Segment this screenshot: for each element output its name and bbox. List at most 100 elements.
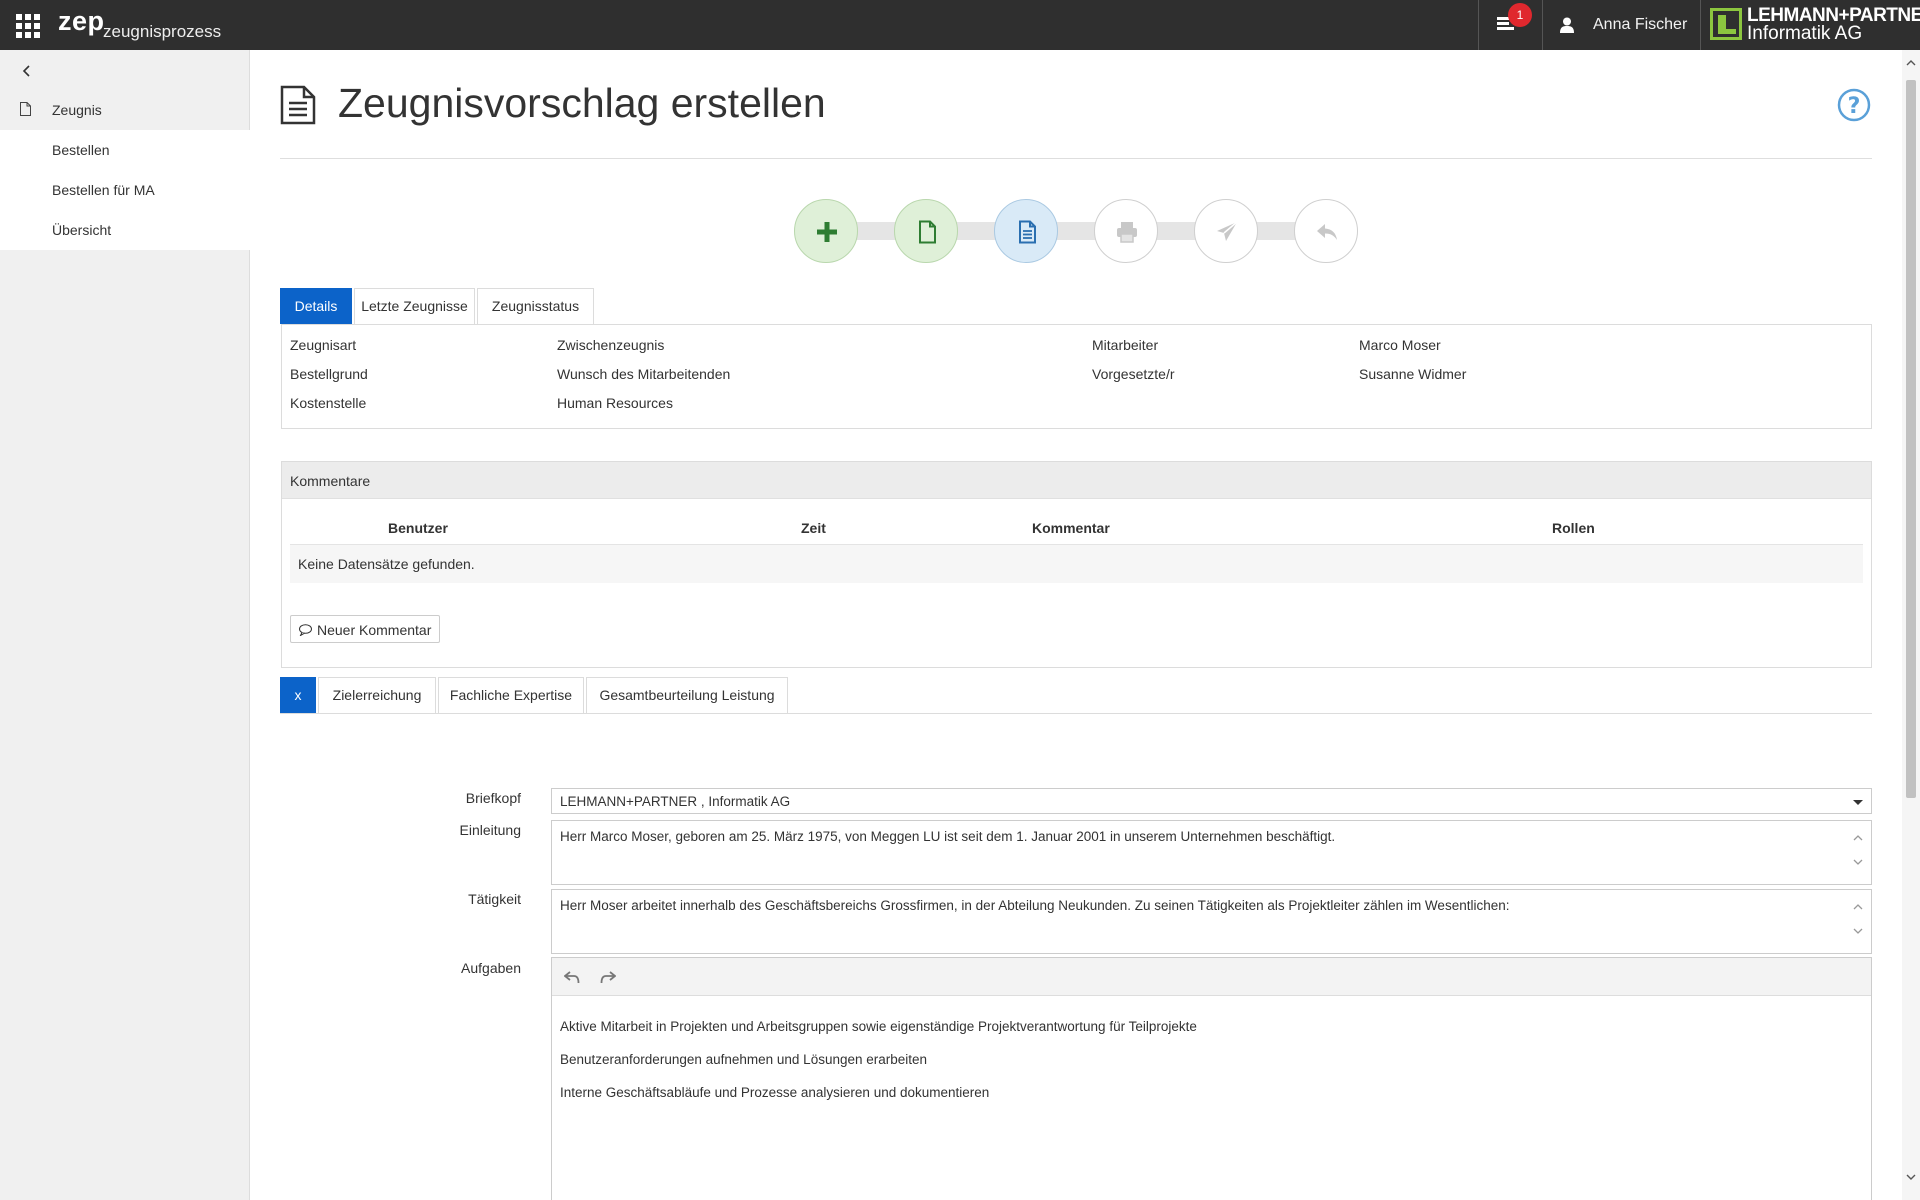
tab-x[interactable]: x (280, 677, 316, 713)
scrollbar-thumb[interactable] (1906, 80, 1916, 798)
taetigkeit-textarea[interactable]: Herr Moser arbeitet innerhalb des Geschä… (551, 889, 1872, 954)
help-icon[interactable]: ? (1837, 88, 1871, 122)
company-name-suffix: Informatik AG (1747, 23, 1863, 44)
einleitung-text: Herr Marco Moser, geboren am 25. März 19… (560, 829, 1336, 844)
page-title: Zeugnisvorschlag erstellen (338, 80, 826, 126)
sidebar-item-label: Bestellen für MA (52, 182, 155, 198)
editor-line: Interne Geschäftsabläufe und Prozesse an… (560, 1085, 990, 1100)
details-tabs: Details Letzte Zeugnisse Zeugnisstatus (280, 288, 1872, 324)
editor-line: Aktive Mitarbeit in Projekten und Arbeit… (560, 1019, 1197, 1034)
document-icon (919, 220, 936, 244)
tab-details[interactable]: Details (280, 288, 352, 324)
send-icon (1217, 221, 1238, 241)
document-icon (20, 102, 31, 116)
notification-badge: 1 (1508, 3, 1532, 27)
aufgaben-editor[interactable]: Aktive Mitarbeit in Projekten und Arbeit… (551, 957, 1872, 1200)
briefkopf-label: Briefkopf (465, 790, 521, 806)
sidebar-item-bestellen-fuer-ma[interactable]: Bestellen für MA (0, 170, 250, 210)
empty-state-text: Keine Datensätze gefunden. (298, 556, 475, 572)
chevron-up-icon[interactable] (1853, 902, 1863, 912)
undo-icon[interactable] (564, 970, 580, 984)
redo-icon[interactable] (600, 970, 616, 984)
comments-header: Kommentare (282, 462, 1871, 499)
user-name: Anna Fischer (1593, 16, 1688, 33)
sidebar-item-bestellen[interactable]: Bestellen (0, 130, 250, 170)
chevron-up-icon[interactable] (1906, 58, 1916, 68)
chevron-left-icon[interactable] (20, 64, 34, 78)
user-icon (1560, 17, 1574, 33)
sidebar-menu: Bestellen Bestellen für MA Übersicht (0, 130, 250, 250)
column-header-rollen[interactable]: Rollen (1552, 520, 1595, 536)
table-row: Keine Datensätze gefunden. (290, 545, 1863, 583)
comment-icon (299, 624, 312, 636)
chevron-down-icon[interactable] (1853, 857, 1863, 867)
sidebar-section-zeugnis[interactable]: Zeugnis (0, 90, 250, 130)
column-header-kommentar[interactable]: Kommentar (1032, 520, 1110, 536)
taetigkeit-text: Herr Moser arbeitet innerhalb des Geschä… (560, 898, 1510, 913)
tab-zielerreichung[interactable]: Zielerreichung (318, 677, 436, 713)
chevron-down-icon (1853, 800, 1863, 805)
detail-value: Susanne Widmer (1359, 366, 1467, 382)
detail-value: Zwischenzeugnis (557, 337, 665, 353)
print-icon (1117, 222, 1137, 243)
top-bar: zep zeugnisprozess 1 Anna Fischer LEHMAN… (0, 0, 1920, 50)
tab-zeugnisstatus[interactable]: Zeugnisstatus (477, 288, 594, 324)
step-return[interactable] (1294, 199, 1358, 263)
editor-toolbar (552, 958, 1871, 996)
detail-label: Mitarbeiter (1092, 337, 1159, 353)
comments-title: Kommentare (290, 473, 371, 489)
editor-line: Benutzeranforderungen aufnehmen und Lösu… (560, 1052, 928, 1067)
tab-gesamtbeurteilung-leistung[interactable]: Gesamtbeurteilung Leistung (586, 677, 788, 713)
form-tabs: x Zielerreichung Fachliche Expertise Ges… (280, 677, 1872, 713)
document-text-icon (280, 85, 316, 125)
sidebar-item-label: Bestellen (52, 142, 110, 158)
aufgaben-label: Aufgaben (461, 960, 521, 976)
new-comment-button[interactable]: Neuer Kommentar (290, 615, 440, 643)
tasks-button[interactable]: 1 (1479, 0, 1541, 50)
comments-panel: Kommentare Benutzer Zeit Kommentar Rolle… (281, 461, 1872, 668)
apps-grid-icon[interactable] (16, 14, 40, 38)
tab-fachliche-expertise[interactable]: Fachliche Expertise (438, 677, 584, 713)
details-panel: Zeugnisart Zwischenzeugnis Bestellgrund … (281, 324, 1872, 429)
svg-text:?: ? (1848, 94, 1861, 119)
einleitung-label: Einleitung (459, 822, 522, 838)
sidebar: Zeugnis Bestellen Bestellen für MA Übers… (0, 50, 250, 1200)
detail-label: Vorgesetzte/r (1092, 366, 1175, 382)
step-print[interactable] (1094, 199, 1158, 263)
app-brand-subtitle: zeugnisprozess (103, 22, 222, 41)
company-logo-icon (1710, 8, 1742, 40)
einleitung-textarea[interactable]: Herr Marco Moser, geboren am 25. März 19… (551, 820, 1872, 885)
step-document[interactable] (894, 199, 958, 263)
reply-icon (1317, 224, 1337, 240)
user-menu[interactable]: Anna Fischer (1543, 0, 1700, 50)
chevron-up-icon[interactable] (1853, 833, 1863, 843)
plus-icon (817, 222, 837, 242)
detail-label: Zeugnisart (290, 337, 357, 353)
step-create[interactable] (794, 199, 858, 263)
detail-value: Marco Moser (1359, 337, 1441, 353)
detail-value: Human Resources (557, 395, 673, 411)
detail-label: Kostenstelle (290, 395, 367, 411)
chevron-down-icon[interactable] (1906, 1172, 1916, 1182)
briefkopf-select[interactable]: LEHMANN+PARTNER , Informatik AG (551, 788, 1872, 814)
detail-label: Bestellgrund (290, 366, 368, 382)
toolbar-divider (1700, 0, 1701, 50)
new-comment-label: Neuer Kommentar (317, 622, 432, 638)
step-proposal[interactable] (994, 199, 1058, 263)
app-brand[interactable]: zep (58, 6, 105, 37)
title-divider (280, 158, 1872, 159)
chevron-down-icon[interactable] (1853, 926, 1863, 936)
sidebar-item-label: Übersicht (52, 222, 112, 238)
step-send[interactable] (1194, 199, 1258, 263)
briefkopf-value: LEHMANN+PARTNER , Informatik AG (560, 794, 791, 809)
column-header-zeit[interactable]: Zeit (801, 520, 826, 536)
sidebar-section-label: Zeugnis (52, 102, 102, 118)
sidebar-item-uebersicht[interactable]: Übersicht (0, 210, 250, 250)
tabs-divider (280, 713, 1872, 714)
tab-letzte-zeugnisse[interactable]: Letzte Zeugnisse (354, 288, 475, 324)
detail-value: Wunsch des Mitarbeitenden (557, 366, 731, 382)
document-text-icon (1019, 220, 1036, 244)
page-scrollbar[interactable] (1902, 50, 1920, 1200)
taetigkeit-label: Tätigkeit (468, 891, 521, 907)
column-header-benutzer[interactable]: Benutzer (388, 520, 448, 536)
